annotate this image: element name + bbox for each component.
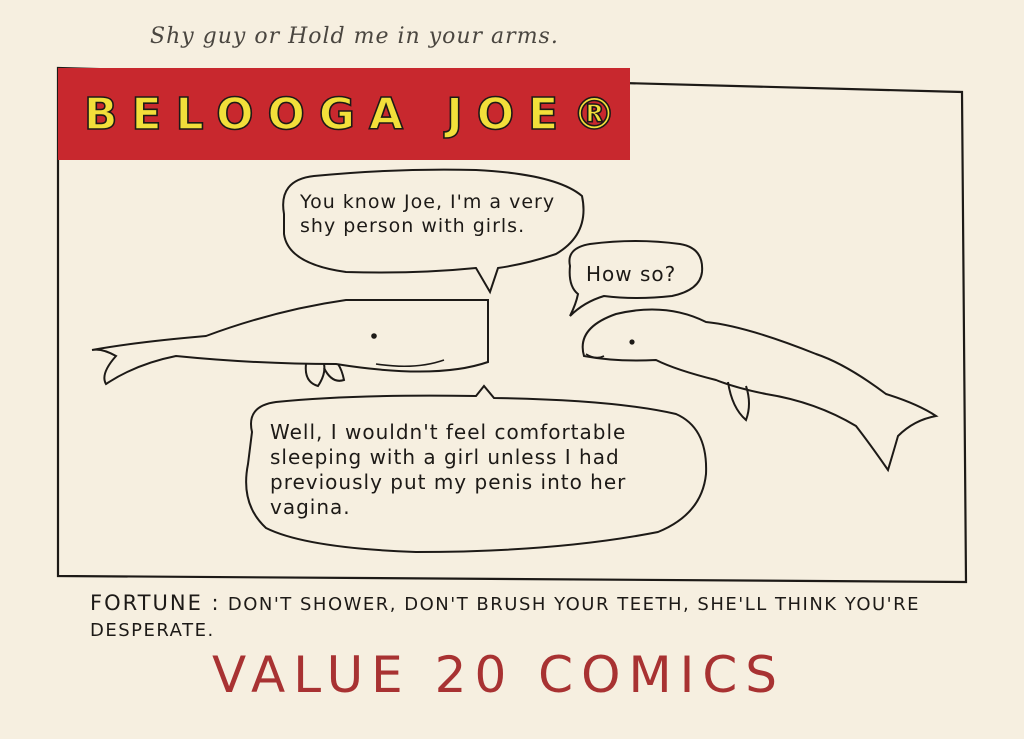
speech-sperm-whale-1: You know Joe, I'm a very shy person with… [300, 191, 556, 237]
fortune-label: FORTUNE : [90, 591, 221, 615]
subtitle: Shy guy or Hold me in your arms. [150, 24, 559, 49]
speech-beluga: How so? [586, 262, 677, 286]
speech-sperm-whale-2: Well, I wouldn't feel comfortable sleepi… [270, 420, 627, 519]
value-label: VALUE 20 COMICS [212, 646, 785, 704]
comic-title: BELOOGA JOE® [83, 88, 631, 141]
title-banner: BELOOGA JOE® [58, 68, 630, 160]
fortune: FORTUNE : DON'T SHOWER, DON'T BRUSH YOUR… [90, 590, 950, 644]
sperm-whale-drawing [91, 299, 489, 388]
